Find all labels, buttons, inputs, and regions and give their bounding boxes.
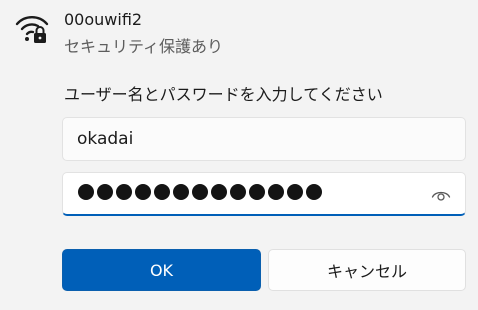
- ok-button[interactable]: OK: [62, 249, 261, 291]
- password-dot: [287, 184, 303, 200]
- security-status: セキュリティ保護あり: [64, 37, 224, 56]
- password-dot: [154, 184, 170, 200]
- password-dot: [306, 184, 322, 200]
- credentials-prompt: ユーザー名とパスワードを入力してください: [64, 85, 383, 104]
- password-masked-value[interactable]: [78, 184, 322, 200]
- eye-icon[interactable]: [431, 187, 451, 203]
- username-input[interactable]: [63, 118, 465, 160]
- password-dot: [268, 184, 284, 200]
- password-dot: [116, 184, 132, 200]
- username-field[interactable]: [62, 117, 466, 161]
- password-dot: [97, 184, 113, 200]
- password-dot: [192, 184, 208, 200]
- password-dot: [135, 184, 151, 200]
- password-dot: [211, 184, 227, 200]
- password-dot: [78, 184, 94, 200]
- password-dot: [173, 184, 189, 200]
- password-field[interactable]: [62, 172, 466, 216]
- wifi-lock-icon: [15, 16, 49, 43]
- cancel-button[interactable]: キャンセル: [268, 249, 466, 291]
- password-dot: [249, 184, 265, 200]
- network-name: 00ouwifi2: [64, 10, 143, 29]
- password-dot: [230, 184, 246, 200]
